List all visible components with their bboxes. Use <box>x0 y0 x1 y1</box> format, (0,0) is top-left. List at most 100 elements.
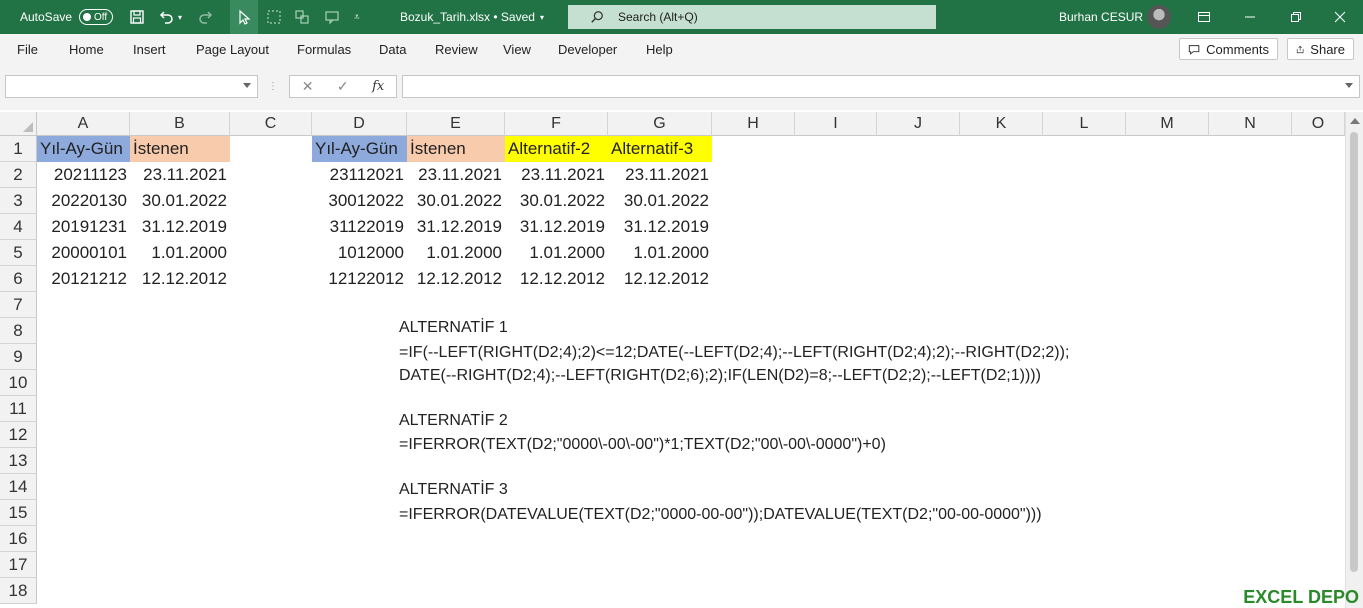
tab-developer[interactable]: Developer <box>558 34 617 65</box>
select-all-button[interactable] <box>0 112 37 136</box>
cancel-icon[interactable]: ✕ <box>302 78 314 95</box>
share-button[interactable]: Share <box>1287 38 1354 60</box>
cell-b4[interactable]: 31.12.2019 <box>130 214 230 240</box>
cell-f4[interactable]: 31.12.2019 <box>505 214 608 240</box>
column-header-f[interactable]: F <box>505 112 608 136</box>
cell-g6[interactable]: 12.12.2012 <box>608 266 712 292</box>
row-header-14[interactable]: 14 <box>0 474 37 500</box>
row-header-11[interactable]: 11 <box>0 396 37 422</box>
draw-button[interactable] <box>264 0 284 34</box>
cell-g2[interactable]: 23.11.2021 <box>608 162 712 188</box>
tab-insert[interactable]: Insert <box>133 34 166 65</box>
tab-review[interactable]: Review <box>435 34 478 65</box>
tab-page-layout[interactable]: Page Layout <box>196 34 269 65</box>
tab-file[interactable]: File <box>17 34 38 65</box>
cell-d1[interactable]: Yıl-Ay-Gün <box>312 136 407 162</box>
cell-e5[interactable]: 1.01.2000 <box>407 240 505 266</box>
redo-button[interactable] <box>196 0 216 34</box>
cell-e3[interactable]: 30.01.2022 <box>407 188 505 214</box>
undo-button[interactable]: ▾ <box>156 0 182 34</box>
scroll-up-icon[interactable] <box>1350 118 1360 124</box>
column-header-g[interactable]: G <box>608 112 712 136</box>
tab-home[interactable]: Home <box>69 34 104 65</box>
column-header-e[interactable]: E <box>407 112 505 136</box>
row-header-3[interactable]: 3 <box>0 188 37 214</box>
column-header-b[interactable]: B <box>130 112 230 136</box>
select-objects-button[interactable] <box>230 0 258 34</box>
column-header-d[interactable]: D <box>312 112 407 136</box>
cell-e6[interactable]: 12.12.2012 <box>407 266 505 292</box>
cell-g1[interactable]: Alternatif-3 <box>608 136 712 162</box>
cell-f3[interactable]: 30.01.2022 <box>505 188 608 214</box>
column-header-c[interactable]: C <box>230 112 312 136</box>
row-header-1[interactable]: 1 <box>0 136 37 162</box>
cell-a6[interactable]: 20121212 <box>37 266 130 292</box>
enter-icon[interactable]: ✓ <box>337 78 349 95</box>
tab-view[interactable]: View <box>503 34 531 65</box>
ribbon-display-button[interactable] <box>1181 0 1227 34</box>
comment-shape-button[interactable] <box>322 0 342 34</box>
file-name[interactable]: Bozuk_Tarih.xlsx • Saved ▾ <box>400 0 544 34</box>
insert-function-button[interactable]: fx <box>372 79 384 94</box>
row-header-4[interactable]: 4 <box>0 214 37 240</box>
user-account-button[interactable] <box>1147 0 1171 34</box>
column-header-i[interactable]: I <box>795 112 877 136</box>
cell-b2[interactable]: 23.11.2021 <box>130 162 230 188</box>
row-header-9[interactable]: 9 <box>0 344 37 370</box>
cell-a3[interactable]: 20220130 <box>37 188 130 214</box>
customize-qat-button[interactable]: ⩡ <box>354 0 360 34</box>
row-header-10[interactable]: 10 <box>0 370 37 396</box>
expand-formula-bar-icon[interactable] <box>1345 83 1353 88</box>
minimize-button[interactable] <box>1227 0 1273 34</box>
column-header-n[interactable]: N <box>1209 112 1292 136</box>
cell-d6[interactable]: 12122012 <box>312 266 407 292</box>
column-header-k[interactable]: K <box>960 112 1043 136</box>
cell-f1[interactable]: Alternatif-2 <box>505 136 608 162</box>
tab-formulas[interactable]: Formulas <box>297 34 351 65</box>
cell-d5[interactable]: 1012000 <box>312 240 407 266</box>
cell-b6[interactable]: 12.12.2012 <box>130 266 230 292</box>
column-header-j[interactable]: J <box>877 112 960 136</box>
formula-input[interactable] <box>402 75 1360 98</box>
column-header-l[interactable]: L <box>1043 112 1126 136</box>
row-header-17[interactable]: 17 <box>0 552 37 578</box>
name-box-dropdown-icon[interactable] <box>243 83 251 88</box>
cell-a4[interactable]: 20191231 <box>37 214 130 240</box>
column-header-m[interactable]: M <box>1126 112 1209 136</box>
cell-d4[interactable]: 31122019 <box>312 214 407 240</box>
cell-a1[interactable]: Yıl-Ay-Gün <box>37 136 130 162</box>
cell-f2[interactable]: 23.11.2021 <box>505 162 608 188</box>
row-header-15[interactable]: 15 <box>0 500 37 526</box>
cell-g3[interactable]: 30.01.2022 <box>608 188 712 214</box>
column-header-h[interactable]: H <box>712 112 795 136</box>
cell-b3[interactable]: 30.01.2022 <box>130 188 230 214</box>
vertical-scrollbar[interactable] <box>1345 112 1363 608</box>
cell-g5[interactable]: 1.01.2000 <box>608 240 712 266</box>
close-button[interactable] <box>1317 0 1363 34</box>
search-box[interactable]: Search (Alt+Q) <box>568 5 936 29</box>
row-header-8[interactable]: 8 <box>0 318 37 344</box>
worksheet-grid[interactable]: ABCDEFGHIJKLMNO 1 2 3 4 5 6 7 8 9 10 11 12 13 14 15 16 1… <box>0 112 1345 608</box>
column-header-a[interactable]: A <box>37 112 130 136</box>
splitter-dots-icon[interactable]: ⋮ <box>268 81 278 92</box>
tab-help[interactable]: Help <box>646 34 673 65</box>
column-header-o[interactable]: O <box>1292 112 1345 136</box>
row-header-18[interactable]: 18 <box>0 578 37 604</box>
row-header-6[interactable]: 6 <box>0 266 37 292</box>
row-header-7[interactable]: 7 <box>0 292 37 318</box>
autosave-toggle[interactable]: Off <box>79 0 113 34</box>
cell-f6[interactable]: 12.12.2012 <box>505 266 608 292</box>
cell-e1[interactable]: İstenen <box>407 136 505 162</box>
tab-data[interactable]: Data <box>379 34 406 65</box>
save-button[interactable] <box>127 0 147 34</box>
cell-d2[interactable]: 23112021 <box>312 162 407 188</box>
cell-f5[interactable]: 1.01.2000 <box>505 240 608 266</box>
row-header-2[interactable]: 2 <box>0 162 37 188</box>
row-header-5[interactable]: 5 <box>0 240 37 266</box>
restore-button[interactable] <box>1273 0 1319 34</box>
cell-e2[interactable]: 23.11.2021 <box>407 162 505 188</box>
group-button[interactable] <box>292 0 312 34</box>
row-header-12[interactable]: 12 <box>0 422 37 448</box>
cell-a5[interactable]: 20000101 <box>37 240 130 266</box>
user-name[interactable]: Burhan CESUR <box>1059 0 1143 34</box>
